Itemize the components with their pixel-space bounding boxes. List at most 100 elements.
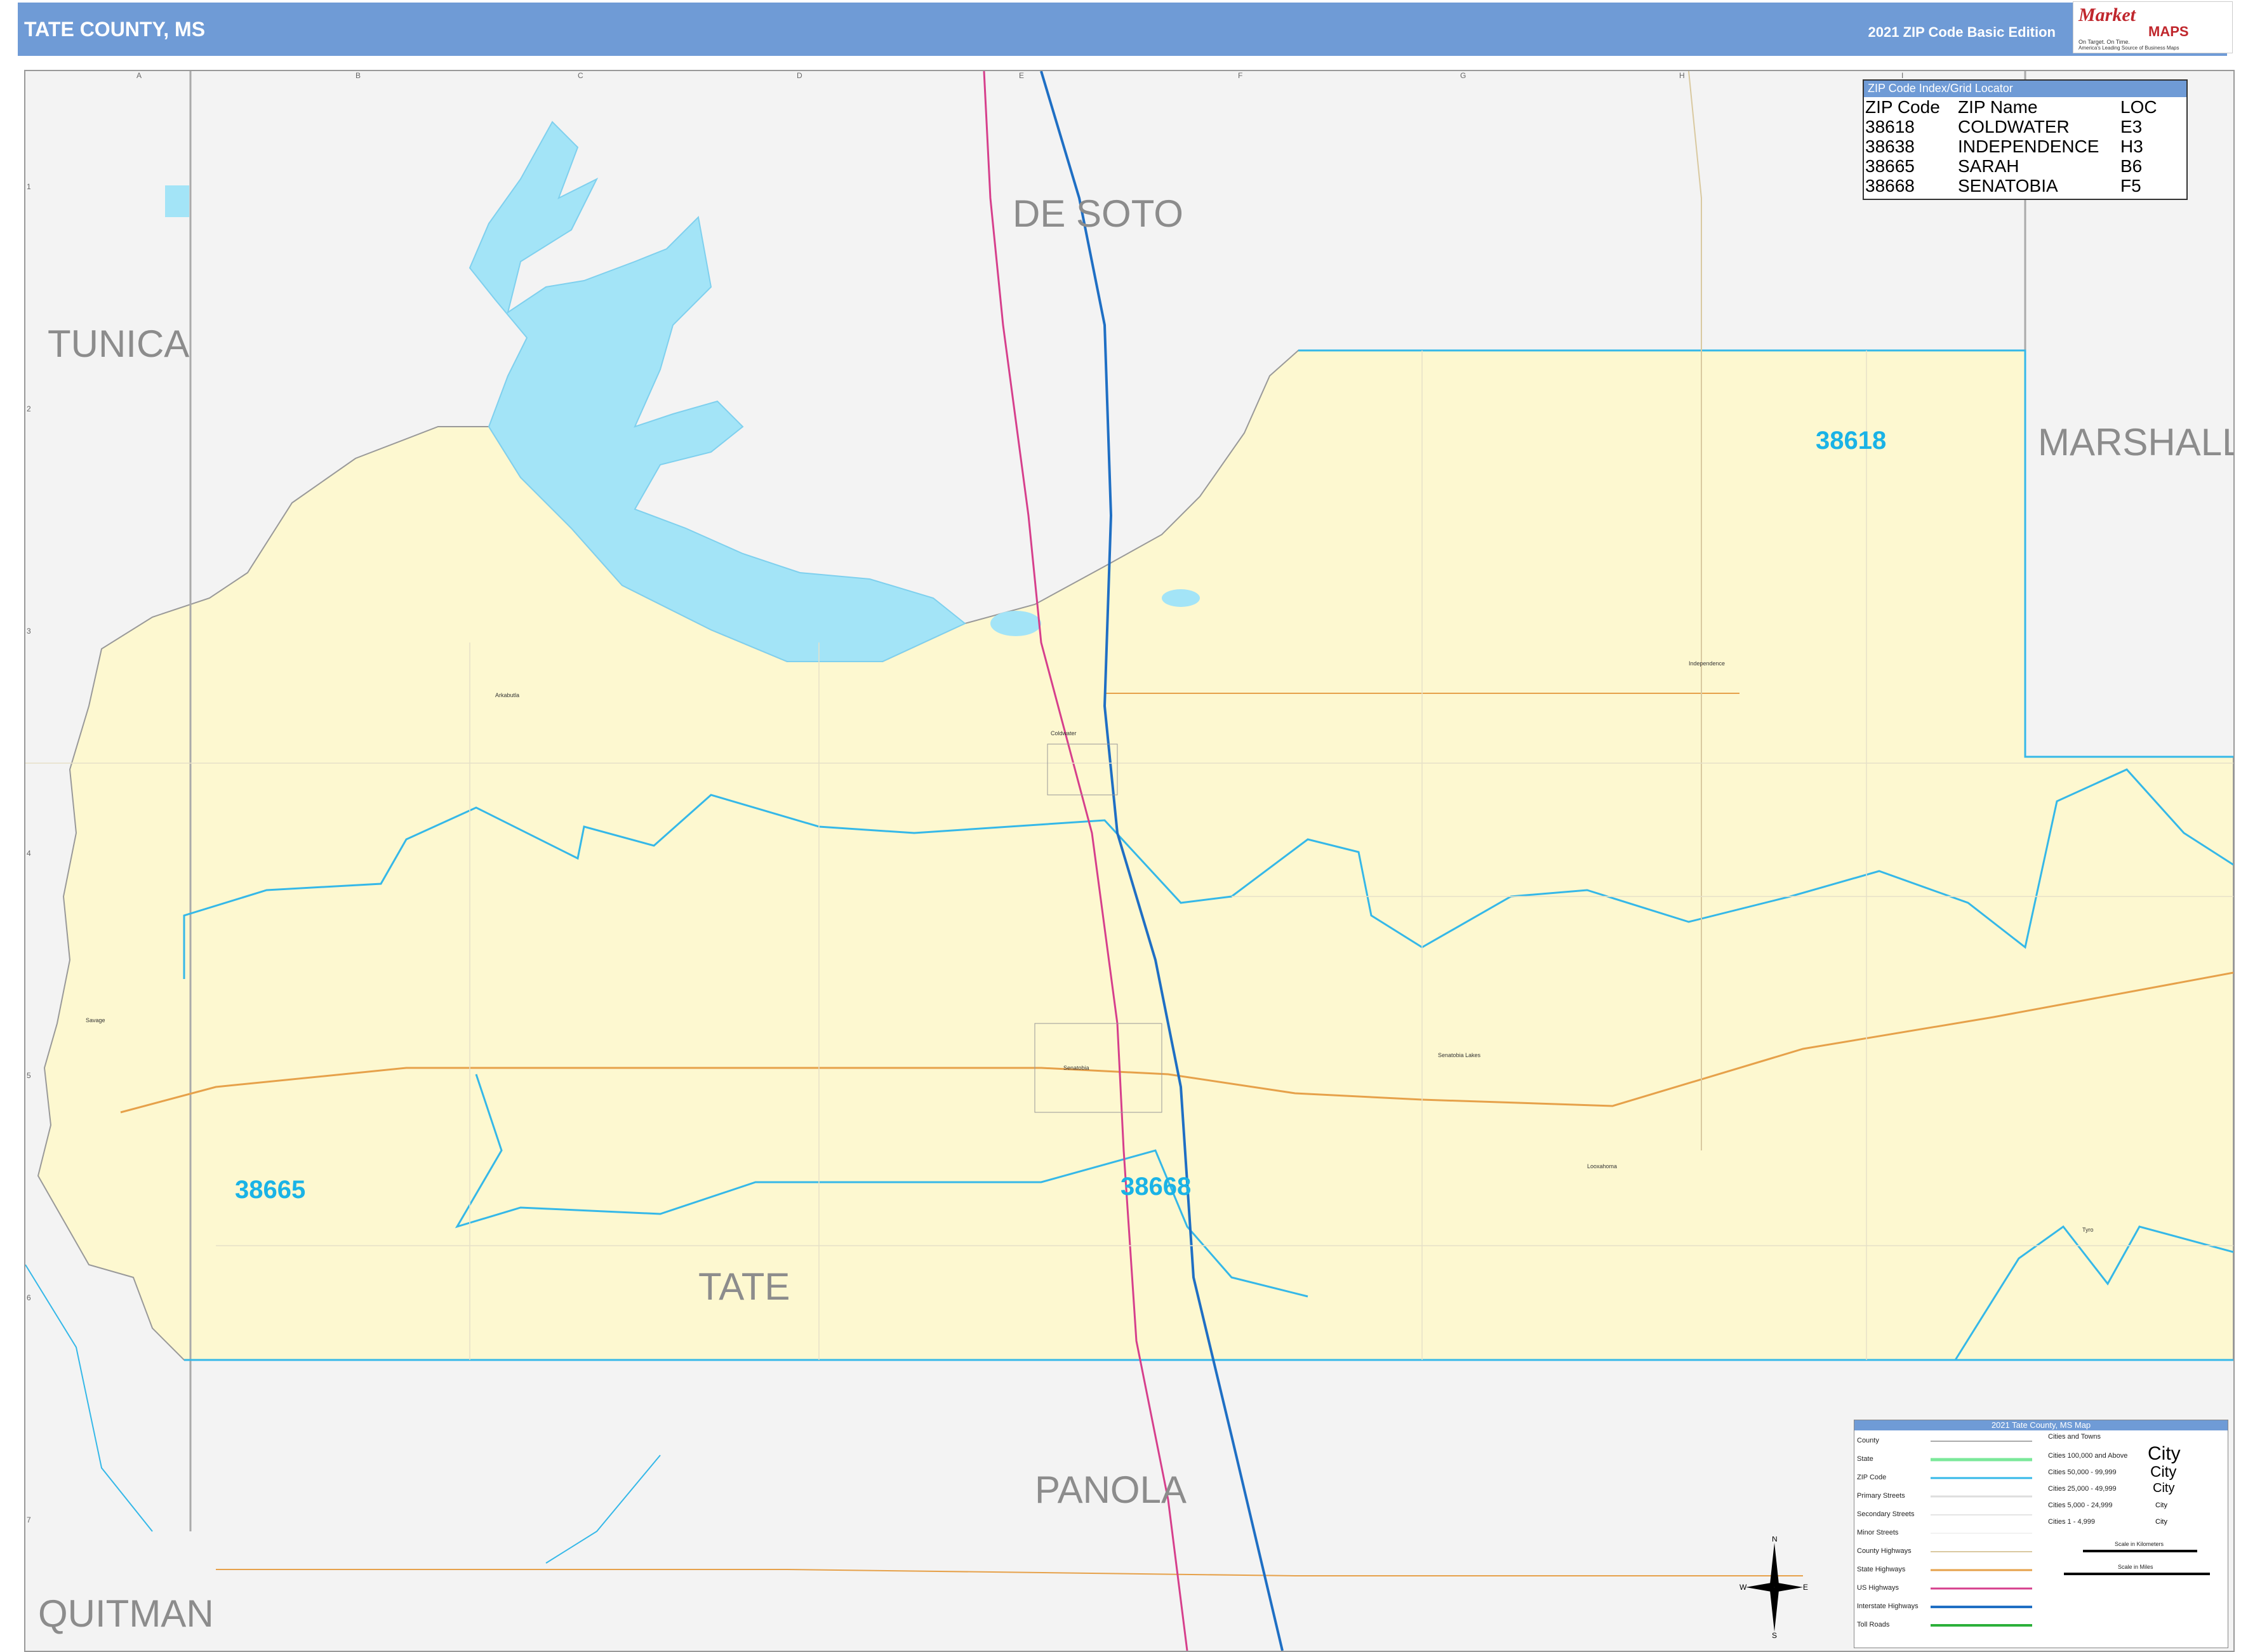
zip-loc-cell: H3 xyxy=(2120,137,2143,156)
legend-city-tier-5: Cities 1 - 4,999 xyxy=(2048,1518,2095,1526)
scale-bar-km xyxy=(2083,1550,2197,1552)
legend-toll: Toll Roads xyxy=(1857,1621,1890,1629)
town-looxahoma: Looxahoma xyxy=(1587,1163,1618,1169)
legend-city-tier-4: Cities 5,000 - 24,999 xyxy=(2048,1502,2113,1509)
zip-loc-cell: B6 xyxy=(2120,156,2143,176)
grid-row-5: 5 xyxy=(27,1071,31,1080)
zip-label-38618: 38618 xyxy=(1816,427,1887,455)
zip-label-38668: 38668 xyxy=(1121,1173,1192,1201)
grid-col-b: B xyxy=(356,71,361,80)
title-bar: TATE COUNTY, MS 2021 ZIP Code Basic Edit… xyxy=(18,3,2227,56)
grid-col-c: C xyxy=(578,71,583,80)
legend-city-tier-1: Cities 100,000 and Above xyxy=(2048,1452,2128,1460)
compass-n: N xyxy=(1772,1536,1778,1543)
legend-county-hwy: County Highways xyxy=(1857,1547,1912,1555)
zip-index-col-loc: LOC xyxy=(2120,97,2157,117)
grid-col-h: H xyxy=(1679,71,1685,80)
legend-interstate: Interstate Highways xyxy=(1857,1602,1919,1610)
logo-word-maps: MAPS xyxy=(2148,23,2189,39)
grid-col-g: G xyxy=(1460,71,1467,80)
grid-row-1: 1 xyxy=(27,182,31,191)
grid-row-7: 7 xyxy=(27,1515,31,1524)
table-row: 38638 INDEPENDENCE H3 xyxy=(1865,137,2161,156)
legend-city-tier-2: Cities 50,000 - 99,999 xyxy=(2048,1469,2117,1476)
zip-index-col-zip: ZIP Code xyxy=(1865,97,1940,117)
legend-swatches xyxy=(1931,1441,2032,1627)
town-tyro: Tyro xyxy=(2082,1227,2094,1233)
zip-cell: 38665 xyxy=(1865,156,1915,176)
county-label-marshall: MARSHALL xyxy=(2038,421,2235,463)
grid-row-4: 4 xyxy=(27,849,31,858)
map-edition: 2021 ZIP Code Basic Edition xyxy=(1868,24,2056,40)
zip-index-header-row: ZIP Code ZIP Name LOC xyxy=(1865,97,2161,117)
grid-col-a: A xyxy=(136,71,142,80)
zip-label-38665: 38665 xyxy=(235,1176,306,1204)
scale-bar-mi xyxy=(2064,1573,2210,1575)
zip-name-cell: SARAH xyxy=(1958,156,2019,176)
zip-name-cell: SENATOBIA xyxy=(1958,176,2058,196)
logo-subtitle: America's Leading Source of Business Map… xyxy=(2078,45,2179,51)
town-coldwater: Coldwater xyxy=(1051,730,1077,736)
brand-logo[interactable]: Market MAPS On Target. On Time. America'… xyxy=(2073,1,2233,53)
grid-col-e: E xyxy=(1019,71,1025,80)
compass-s: S xyxy=(1772,1631,1777,1638)
grid-row-2: 2 xyxy=(27,404,31,413)
county-label-tunica: TUNICA xyxy=(48,323,190,365)
compass-w: W xyxy=(1739,1583,1747,1592)
legend-secondary: Secondary Streets xyxy=(1857,1510,1915,1518)
legend-cities-header: Cities and Towns xyxy=(2048,1433,2101,1441)
county-label-quitman: QUITMAN xyxy=(38,1592,214,1635)
table-row: 38668 SENATOBIA F5 xyxy=(1865,176,2161,196)
compass-rose-icon: N S W E xyxy=(1739,1536,1808,1638)
town-arkabutla: Arkabutla xyxy=(495,692,520,698)
zip-boundary xyxy=(25,1264,153,1532)
county-label-desoto: DE SOTO xyxy=(1013,192,1183,235)
legend-county: County xyxy=(1857,1437,1879,1444)
zip-loc-cell: F5 xyxy=(2120,176,2141,196)
legend-state: State xyxy=(1857,1455,1873,1463)
county-label-tate: TATE xyxy=(698,1265,790,1308)
logo-tagline: On Target. On Time. xyxy=(2078,39,2130,45)
zip-index-title: ZIP Code Index/Grid Locator xyxy=(1864,81,2186,97)
zip-name-cell: INDEPENDENCE xyxy=(1958,137,2099,156)
grid-col-f: F xyxy=(1238,71,1243,80)
legend-city-sample-2: City xyxy=(2150,1463,2177,1481)
legend-title: 2021 Tate County, MS Map xyxy=(1854,1420,2228,1430)
town-savage: Savage xyxy=(86,1017,105,1023)
legend-city-tier-3: Cities 25,000 - 49,999 xyxy=(2048,1485,2117,1493)
legend-city-sample-5: City xyxy=(2155,1518,2167,1526)
map-title: TATE COUNTY, MS xyxy=(24,18,206,41)
grid-col-i: I xyxy=(1901,71,1904,80)
map-legend: 2021 Tate County, MS Map County State ZI… xyxy=(1854,1420,2228,1648)
zip-cell: 38638 xyxy=(1865,137,1915,156)
map-canvas[interactable]: A B C D E F G H I 1 2 3 4 5 6 7 TUNICA D… xyxy=(24,70,2235,1652)
pond xyxy=(165,185,189,217)
zip-name-cell: COLDWATER xyxy=(1958,117,2070,137)
legend-city-sample-1: City xyxy=(2148,1443,2181,1464)
legend-city-sample-3: City xyxy=(2153,1481,2175,1495)
zip-index-table: ZIP Code ZIP Name LOC 38618 COLDWATER E3… xyxy=(1865,97,2161,196)
state-highway xyxy=(216,1569,1803,1576)
town-independence: Independence xyxy=(1689,660,1726,667)
legend-minor: Minor Streets xyxy=(1857,1529,1899,1536)
zip-loc-cell: E3 xyxy=(2120,117,2143,137)
legend-state-hwy: State Highways xyxy=(1857,1566,1906,1573)
zip-index-col-name: ZIP Name xyxy=(1958,97,2038,117)
table-row: 38665 SARAH B6 xyxy=(1865,156,2161,176)
compass-e: E xyxy=(1803,1583,1808,1592)
logo-word-market: Market xyxy=(2078,4,2136,25)
map-graphics xyxy=(25,71,2233,1651)
zip-cell: 38668 xyxy=(1865,176,1915,196)
legend-us-hwy: US Highways xyxy=(1857,1584,1899,1592)
zip-code-index: ZIP Code Index/Grid Locator ZIP Code ZIP… xyxy=(1863,79,2188,200)
zip-boundary xyxy=(545,1455,661,1564)
legend-city-sample-4: City xyxy=(2155,1502,2167,1509)
legend-scale-km: Scale in Kilometers xyxy=(2115,1541,2164,1547)
legend-primary: Primary Streets xyxy=(1857,1492,1905,1500)
grid-col-d: D xyxy=(797,71,802,80)
table-row: 38618 COLDWATER E3 xyxy=(1865,117,2161,137)
county-label-panola: PANOLA xyxy=(1035,1469,1187,1511)
pond xyxy=(1162,589,1200,607)
pond xyxy=(990,611,1041,636)
grid-row-6: 6 xyxy=(27,1293,31,1302)
